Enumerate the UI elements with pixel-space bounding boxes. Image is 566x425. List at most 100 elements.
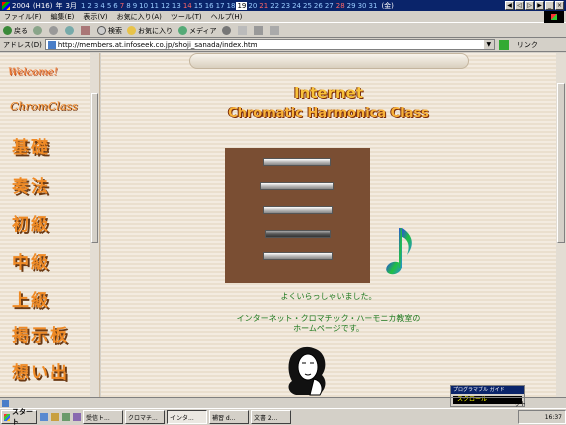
calendar-day[interactable]: 14 xyxy=(182,2,193,10)
task-hoshu[interactable]: 補習 d... xyxy=(209,410,249,424)
year-suffix: 年 xyxy=(55,1,63,10)
task-internet[interactable]: インタ... xyxy=(167,410,207,424)
web-content: Welcome! ChromClass 基礎 奏法 初級 中級 上級 掲示板 想… xyxy=(0,53,556,397)
media-button[interactable]: メディア xyxy=(178,26,217,36)
prev-month-icon[interactable]: ◁ xyxy=(515,1,524,10)
quicklaunch-desktop-icon[interactable] xyxy=(62,413,70,421)
history-button[interactable] xyxy=(221,26,233,35)
calendar-day[interactable]: 21 xyxy=(258,2,269,10)
next-month-icon[interactable]: ▷ xyxy=(525,1,534,10)
start-button[interactable]: スタート xyxy=(1,408,37,425)
task-inbox[interactable]: 受信ト... xyxy=(83,410,123,424)
menu-file[interactable]: ファイル(F) xyxy=(4,12,42,22)
main-frame: Internet Chromatic Harmonica Class よくいらっ… xyxy=(101,53,556,397)
month-label: 3月 xyxy=(65,1,77,10)
calendar-day[interactable]: 15 xyxy=(193,2,204,10)
decorative-top-bar xyxy=(189,53,469,69)
calendar-day[interactable]: 13 xyxy=(171,2,182,10)
quicklaunch-outlook-icon[interactable] xyxy=(51,413,59,421)
calendar-day[interactable]: 29 xyxy=(346,2,357,10)
calendar-day[interactable]: 12 xyxy=(160,2,171,10)
calendar-day[interactable]: 27 xyxy=(324,2,335,10)
harmonica-2 xyxy=(260,182,334,190)
calendar-day[interactable]: 10 xyxy=(138,2,149,10)
main-scrollbar[interactable] xyxy=(556,53,566,397)
address-bar: アドレス(D) http://members.at.infoseek.co.jp… xyxy=(0,38,566,52)
calendar-day[interactable]: 17 xyxy=(215,2,226,10)
calendar-day-today[interactable]: 19 xyxy=(236,1,248,10)
calendar-day[interactable]: 28 xyxy=(335,2,346,10)
quicklaunch-ie-icon[interactable] xyxy=(40,413,48,421)
url-dropdown-icon[interactable]: ▼ xyxy=(483,40,494,49)
nav-advanced[interactable]: 上級 xyxy=(12,286,50,311)
nav-beginner[interactable]: 初級 xyxy=(12,210,50,235)
menu-tools[interactable]: ツール(T) xyxy=(171,12,202,22)
mail-button[interactable] xyxy=(237,26,249,35)
menu-favorites[interactable]: お気に入り(A) xyxy=(117,12,162,22)
main-scroll-thumb[interactable] xyxy=(557,83,565,243)
status-page-icon xyxy=(2,400,9,407)
close-icon[interactable]: × xyxy=(555,1,564,10)
forward-button[interactable] xyxy=(33,26,44,35)
menu-bar: ファイル(F) 編集(E) 表示(V) お気に入り(A) ツール(T) ヘルプ(… xyxy=(0,11,566,23)
calendar-day[interactable]: 16 xyxy=(204,2,215,10)
calendar-day[interactable]: 20 xyxy=(247,2,258,10)
harmonica-5 xyxy=(263,252,333,260)
start-label: スタート xyxy=(12,408,33,425)
calendar-day[interactable]: 18 xyxy=(226,2,237,10)
menu-edit[interactable]: 編集(E) xyxy=(51,12,75,22)
url-field[interactable]: http://members.at.infoseek.co.jp/shoji_s… xyxy=(44,39,495,50)
calendar-day[interactable]: 30 xyxy=(357,2,368,10)
stop-button[interactable] xyxy=(49,26,60,35)
harmonicas-photo xyxy=(225,148,370,283)
menu-view[interactable]: 表示(V) xyxy=(83,12,107,22)
forward-arrow-icon xyxy=(33,26,42,35)
calendar-app-icon xyxy=(2,1,10,10)
print-button[interactable] xyxy=(253,26,265,35)
url-text: http://members.at.infoseek.co.jp/shoji_s… xyxy=(57,40,258,49)
taskbar: スタート 受信ト... クロマチ... インタ... 補習 d... 文書 2.… xyxy=(0,408,566,425)
clock[interactable]: 16:37 xyxy=(545,414,562,421)
calendar-day[interactable]: 11 xyxy=(149,2,160,10)
calendar-day[interactable]: 23 xyxy=(280,2,291,10)
next-year-icon[interactable]: ▶ xyxy=(535,1,544,10)
history-icon xyxy=(221,26,231,35)
search-button[interactable]: 検索 xyxy=(97,26,122,36)
go-button[interactable] xyxy=(498,39,509,50)
edit-button[interactable] xyxy=(269,26,281,35)
minimize-icon[interactable]: _ xyxy=(545,1,554,10)
task-chromatic[interactable]: クロマチ... xyxy=(125,410,165,424)
calendar-day[interactable]: 25 xyxy=(302,2,313,10)
page-icon xyxy=(47,40,56,49)
calendar-day[interactable]: 31 xyxy=(368,2,379,10)
system-tray: 16:37 xyxy=(518,410,566,424)
nav-intermediate[interactable]: 中級 xyxy=(12,248,50,273)
quicklaunch-media-icon[interactable] xyxy=(73,413,81,421)
links-button[interactable]: リンク xyxy=(517,40,538,50)
media-label: メディア xyxy=(189,26,217,35)
back-button[interactable]: 戻る xyxy=(3,26,28,36)
calendar-controls: ◀ ◁ ▷ ▶ _ × xyxy=(505,1,564,10)
left-frame-scrollbar[interactable] xyxy=(90,53,99,397)
ime-header[interactable]: プログラマブル ガイド xyxy=(451,386,524,394)
nav-memories[interactable]: 想い出 xyxy=(12,358,69,383)
nav-bbs[interactable]: 掲示板 xyxy=(12,321,69,346)
refresh-button[interactable] xyxy=(65,26,76,35)
task-document2[interactable]: 文書 2... xyxy=(251,410,291,424)
windows-start-icon xyxy=(4,413,10,421)
nav-technique[interactable]: 奏法 xyxy=(12,172,50,197)
era-label: (H16) xyxy=(32,1,53,10)
menu-help[interactable]: ヘルプ(H) xyxy=(211,12,243,22)
calendar-day[interactable]: 24 xyxy=(291,2,302,10)
calendar-day[interactable]: 22 xyxy=(269,2,280,10)
page-title-line1: Internet xyxy=(293,84,364,102)
home-icon xyxy=(81,26,90,35)
prev-year-icon[interactable]: ◀ xyxy=(505,1,514,10)
class-name-label[interactable]: ChromClass xyxy=(10,100,78,113)
favorites-button[interactable]: お気に入り xyxy=(127,26,173,36)
status-zone-label: ット xyxy=(513,401,526,408)
left-scroll-thumb[interactable] xyxy=(91,93,98,243)
calendar-day[interactable]: 26 xyxy=(313,2,324,10)
nav-basics[interactable]: 基礎 xyxy=(12,133,50,158)
home-button[interactable] xyxy=(81,26,92,35)
